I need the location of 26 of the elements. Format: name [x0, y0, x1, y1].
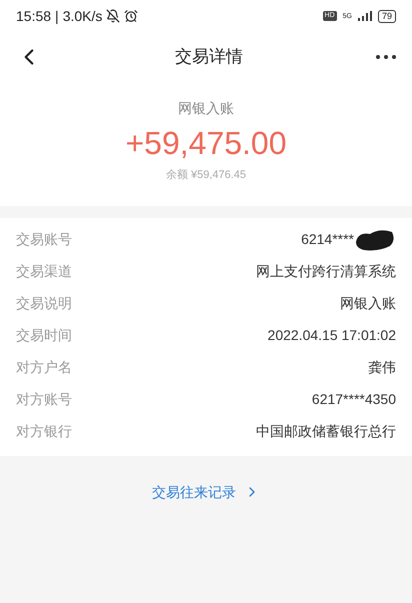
detail-label: 对方户名 — [16, 358, 72, 377]
balance: 余额 ¥59,476.45 — [166, 168, 246, 183]
detail-label: 对方账号 — [16, 390, 72, 409]
detail-label: 交易渠道 — [16, 262, 72, 281]
network-speed: 3.0K/s — [62, 6, 102, 26]
detail-label: 交易说明 — [16, 294, 72, 313]
detail-value: 6214**** — [301, 230, 354, 249]
detail-label: 交易账号 — [16, 230, 72, 249]
history-link[interactable]: 交易往来记录 — [152, 482, 260, 502]
detail-value: 6217****4350 — [312, 390, 396, 409]
separator: | — [55, 6, 59, 26]
detail-value: 2022.04.15 17:01:02 — [268, 326, 396, 345]
detail-value: 中国邮政储蓄银行总行 — [256, 422, 396, 441]
detail-label: 交易时间 — [16, 326, 72, 345]
detail-value: 龚伟 — [368, 358, 396, 377]
detail-value: 网银入账 — [340, 294, 396, 313]
transaction-type: 网银入账 — [178, 99, 234, 118]
battery-indicator: 79 — [378, 10, 396, 22]
detail-value: 网上支付跨行清算系统 — [256, 262, 396, 281]
detail-label: 对方银行 — [16, 422, 72, 441]
signal-icon — [358, 11, 372, 21]
page-title: 交易详情 — [175, 46, 243, 68]
alarm-clock-icon — [124, 9, 138, 23]
status-time: 15:58 — [16, 6, 52, 26]
amount: +59,475.00 — [125, 124, 287, 163]
bell-off-icon — [106, 9, 120, 23]
